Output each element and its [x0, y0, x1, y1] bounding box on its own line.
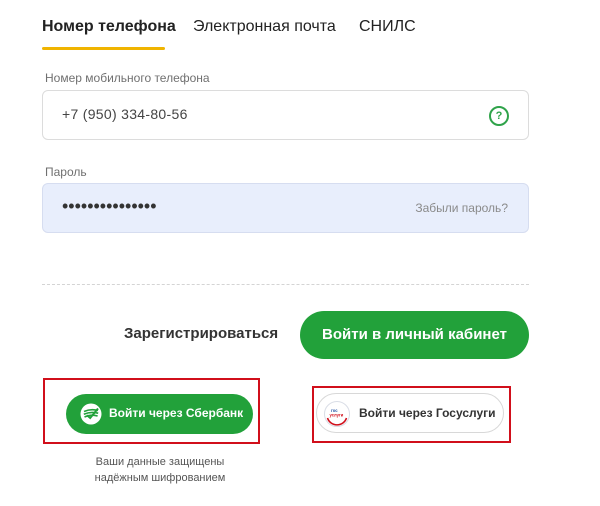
- phone-field[interactable]: +7 (950) 334-80-56 ?: [42, 90, 529, 140]
- register-link[interactable]: Зарегистрироваться: [124, 325, 278, 342]
- phone-field-value: +7 (950) 334-80-56: [62, 106, 188, 122]
- password-field-label: Пароль: [45, 165, 87, 179]
- sberbank-login-button[interactable]: Войти через Сбербанк: [66, 394, 253, 434]
- divider: [42, 284, 529, 285]
- login-button[interactable]: Войти в личный кабинет: [300, 311, 529, 359]
- security-note-line-2: надёжным шифрованием: [94, 472, 226, 484]
- sberbank-login-label: Войти через Сбербанк: [109, 406, 244, 420]
- sberbank-logo-icon: [80, 403, 102, 425]
- gosuslugi-login-label: Войти через Госуслуги: [359, 406, 496, 420]
- gosuslugi-logo-icon: гос услуги: [324, 401, 350, 427]
- tab-email[interactable]: Электронная почта: [193, 18, 336, 36]
- password-field-value: •••••••••••••••: [62, 196, 157, 216]
- tab-snils[interactable]: СНИЛС: [359, 18, 416, 36]
- gosuslugi-logo-text-2: услуги: [330, 413, 344, 418]
- phone-field-label: Номер мобильного телефона: [45, 71, 210, 85]
- question-circle-icon[interactable]: ?: [489, 106, 509, 126]
- forgot-password-link[interactable]: Забыли пароль?: [415, 201, 508, 215]
- password-field[interactable]: ••••••••••••••• Забыли пароль?: [42, 183, 529, 233]
- security-note: Ваши данные защищены надёжным шифрование…: [60, 454, 260, 486]
- security-note-line-1: Ваши данные защищены: [95, 456, 225, 468]
- gosuslugi-login-button[interactable]: гос услуги Войти через Госуслуги: [316, 393, 504, 433]
- active-tab-underline: [42, 47, 165, 50]
- tab-phone[interactable]: Номер телефона: [42, 18, 176, 36]
